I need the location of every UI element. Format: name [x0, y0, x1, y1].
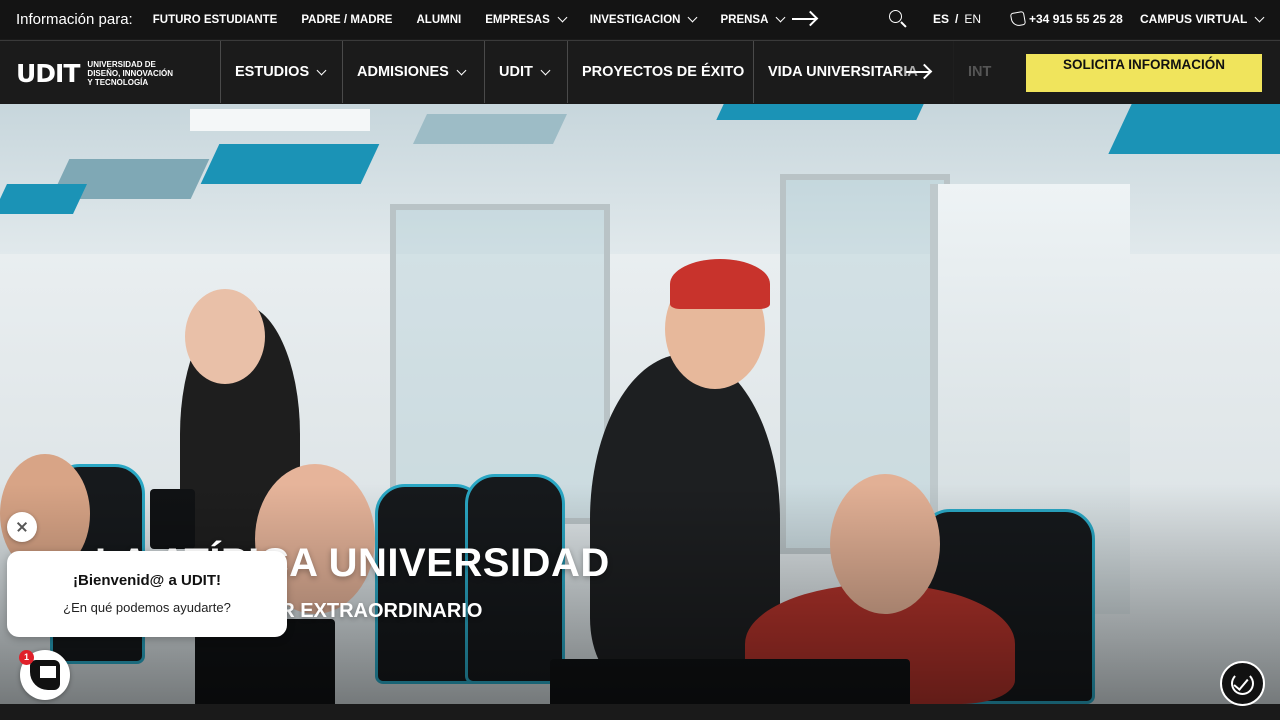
- person-head: [185, 289, 265, 384]
- chevron-down-icon: [1254, 12, 1265, 22]
- chevron-down-icon: [540, 65, 551, 75]
- link-label: PRENSA: [720, 13, 769, 26]
- top-info-bar: Información para: FUTURO ESTUDIANTE PADR…: [0, 0, 1280, 39]
- link-label: ALUMNI: [416, 13, 462, 26]
- nav-label: PROYECTOS DE ÉXITO: [582, 64, 745, 80]
- chat-text: ¿En qué podemos ayudarte?: [63, 600, 231, 615]
- solicita-informacion-button[interactable]: SOLICITA INFORMACIÓN: [1026, 54, 1262, 92]
- lang-separator: /: [955, 12, 959, 26]
- udit-logo[interactable]: UDIT UNIVERSIDAD DE DISEÑO, INNOVACIÓN Y…: [16, 60, 179, 87]
- nav-estudios[interactable]: ESTUDIOS: [220, 41, 342, 103]
- chat-welcome-bubble[interactable]: ¡Bienvenid@ a UDIT! ¿En qué podemos ayud…: [7, 551, 287, 637]
- scroll-right-arrow-icon[interactable]: [792, 10, 819, 27]
- nav-proyectos-exito[interactable]: PROYECTOS DE ÉXITO: [567, 41, 753, 103]
- phone-icon: [1009, 10, 1027, 28]
- chat-title: ¡Bienvenid@ a UDIT!: [73, 572, 221, 589]
- link-prensa[interactable]: PRENSA: [720, 13, 786, 26]
- nav-admisiones[interactable]: ADMISIONES: [342, 41, 484, 103]
- logo-mark: UDIT: [16, 59, 80, 88]
- campus-virtual-link[interactable]: CAMPUS VIRTUAL: [1140, 12, 1265, 26]
- lang-en[interactable]: EN: [964, 12, 981, 26]
- language-switcher: ES / EN: [933, 12, 981, 26]
- link-padre-madre[interactable]: PADRE / MADRE: [301, 14, 392, 26]
- chevron-down-icon: [775, 13, 786, 23]
- link-alumni[interactable]: ALUMNI: [416, 14, 461, 26]
- audience-links: FUTURO ESTUDIANTE PADRE / MADRE ALUMNI E…: [153, 13, 823, 26]
- main-nav: UDIT UNIVERSIDAD DE DISEÑO, INNOVACIÓN Y…: [0, 40, 1280, 103]
- ceiling-light: [190, 109, 370, 131]
- red-cap: [670, 259, 770, 309]
- nav-label: ESTUDIOS: [235, 64, 310, 80]
- chat-icon: [30, 660, 60, 690]
- link-label: EMPRESAS: [485, 13, 550, 26]
- chevron-down-icon: [557, 13, 568, 23]
- ceiling-panel: [0, 184, 87, 214]
- link-label: INVESTIGACIÓN: [589, 13, 681, 26]
- lang-es[interactable]: ES: [933, 12, 949, 26]
- phone-number: +34 915 55 25 28: [1029, 12, 1123, 26]
- chat-notification-badge: 1: [19, 650, 34, 665]
- nav-item-truncated[interactable]: INT: [953, 41, 1013, 103]
- search-icon[interactable]: [889, 10, 907, 28]
- link-futuro-estudiante[interactable]: FUTURO ESTUDIANTE: [153, 14, 278, 26]
- link-label: FUTURO ESTUDIANTE: [152, 13, 278, 26]
- ceiling-panel: [413, 114, 567, 144]
- campus-label: CAMPUS VIRTUAL: [1140, 12, 1248, 26]
- link-empresas[interactable]: EMPRESAS: [485, 13, 568, 26]
- ceiling-panel: [1108, 104, 1280, 154]
- nav-label: VIDA UNIVERSITARIA: [768, 64, 918, 80]
- chat-close-icon[interactable]: [7, 512, 37, 542]
- nav-label: ADMISIONES: [357, 64, 449, 80]
- chevron-down-icon: [688, 13, 698, 23]
- nav-scroll-right-arrow-icon[interactable]: [906, 63, 933, 80]
- nav-label: UDIT: [499, 64, 533, 80]
- logo-text: UNIVERSIDAD DE DISEÑO, INNOVACIÓN Y TECN…: [87, 60, 174, 87]
- bottom-bar: [0, 704, 1280, 720]
- phone-link[interactable]: +34 915 55 25 28: [1009, 10, 1123, 28]
- chevron-down-icon: [316, 65, 327, 75]
- chevron-down-icon: [456, 65, 467, 75]
- link-investigacion[interactable]: INVESTIGACIÓN: [589, 13, 698, 26]
- accessibility-icon[interactable]: [1220, 661, 1265, 706]
- link-label: PADRE / MADRE: [301, 13, 393, 26]
- ceiling-panel: [716, 104, 924, 120]
- info-label: Información para:: [16, 11, 133, 28]
- nav-udit[interactable]: UDIT: [484, 41, 567, 103]
- ceiling-panel: [200, 144, 380, 184]
- nav-label: INT: [968, 64, 992, 80]
